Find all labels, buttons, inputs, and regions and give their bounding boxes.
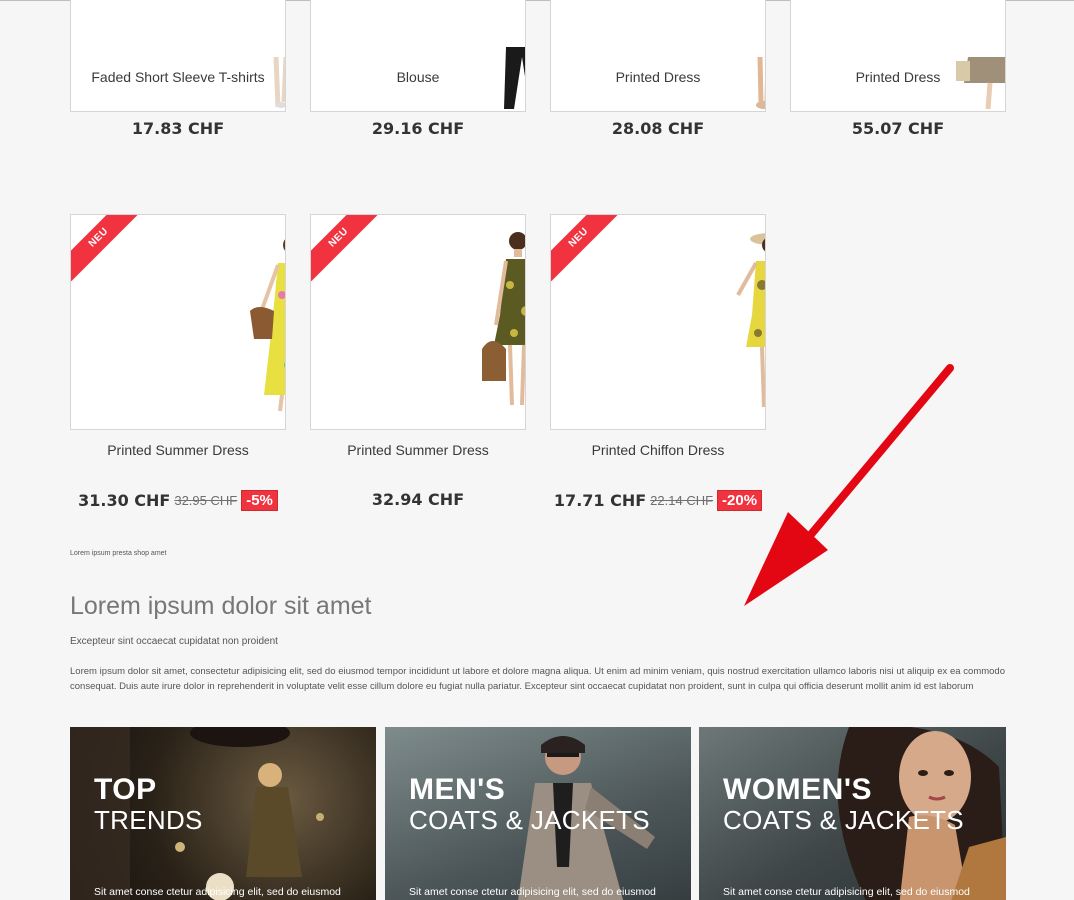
red-arrow-icon — [744, 364, 954, 606]
product-name[interactable]: Blouse — [310, 69, 526, 85]
product-photo — [756, 56, 765, 109]
discount-badge: -5% — [241, 490, 278, 511]
section-paragraph: Lorem ipsum dolor sit amet, consectetur … — [70, 666, 1005, 692]
product-price: 55.07 CHF — [851, 119, 945, 138]
product-name[interactable]: Printed Summer Dress — [310, 442, 526, 458]
product-photo — [504, 47, 525, 109]
new-badge: NEU — [71, 215, 141, 285]
product-photo — [250, 239, 285, 412]
banner-womens-coats[interactable]: WOMEN'S COATS & JACKETS Sit amet conse c… — [699, 727, 1006, 900]
product-price: 28.08 CHF — [611, 119, 705, 138]
product-price: 17.71 CHF — [553, 491, 647, 510]
product-name[interactable]: Printed Chiffon Dress — [550, 442, 766, 458]
product-image[interactable]: NEU — [310, 214, 526, 430]
banner-heading: WOMEN'S — [723, 773, 872, 806]
new-badge: NEU — [551, 215, 621, 285]
product-photo — [482, 232, 525, 406]
banner-subheading: COATS & JACKETS — [409, 805, 650, 835]
banner-caption: Sit amet conse ctetur adipisicing elit, … — [409, 886, 656, 898]
banner-subheading: TRENDS — [94, 805, 203, 835]
product-photo — [273, 56, 285, 108]
product-image[interactable]: NEU — [550, 214, 766, 430]
banner-heading: MEN'S — [409, 773, 506, 806]
banner-caption: Sit amet conse ctetur adipisicing elit, … — [94, 886, 341, 898]
banner-heading: TOP — [94, 773, 157, 806]
product-old-price: 32.95 CHF — [174, 493, 238, 508]
product-name[interactable]: Printed Summer Dress — [70, 442, 286, 458]
product-price: 32.94 CHF — [371, 490, 465, 509]
product-name[interactable]: Printed Dress — [790, 69, 1006, 85]
product-price: 17.83 CHF — [131, 119, 225, 138]
product-name[interactable]: Printed Dress — [550, 69, 766, 85]
section-title: Lorem ipsum dolor sit amet — [70, 592, 372, 620]
new-badge: NEU — [311, 215, 381, 285]
product-photo — [956, 57, 1005, 110]
banner-caption: Sit amet conse ctetur adipisicing elit, … — [723, 886, 970, 898]
product-image[interactable] — [70, 0, 286, 112]
product-old-price: 22.14 CHF — [650, 493, 714, 508]
small-note: Lorem ipsum presta shop amet — [70, 550, 167, 557]
banner-mens-coats[interactable]: MEN'S COATS & JACKETS Sit amet conse cte… — [385, 727, 691, 900]
product-price: 31.30 CHF — [78, 491, 171, 510]
product-price: 29.16 CHF — [371, 119, 465, 138]
product-image[interactable]: NEU — [70, 214, 286, 430]
product-image[interactable] — [310, 0, 526, 112]
banner-top-trends[interactable]: TOP TRENDS Sit amet conse ctetur adipisi… — [70, 727, 376, 900]
product-name[interactable]: Faded Short Sleeve T-shirts — [70, 69, 286, 85]
banner-subheading: COATS & JACKETS — [723, 805, 964, 835]
section-subtitle: Excepteur sint occaecat cupidatat non pr… — [70, 636, 278, 647]
product-image[interactable] — [790, 0, 1006, 112]
product-image[interactable] — [550, 0, 766, 112]
